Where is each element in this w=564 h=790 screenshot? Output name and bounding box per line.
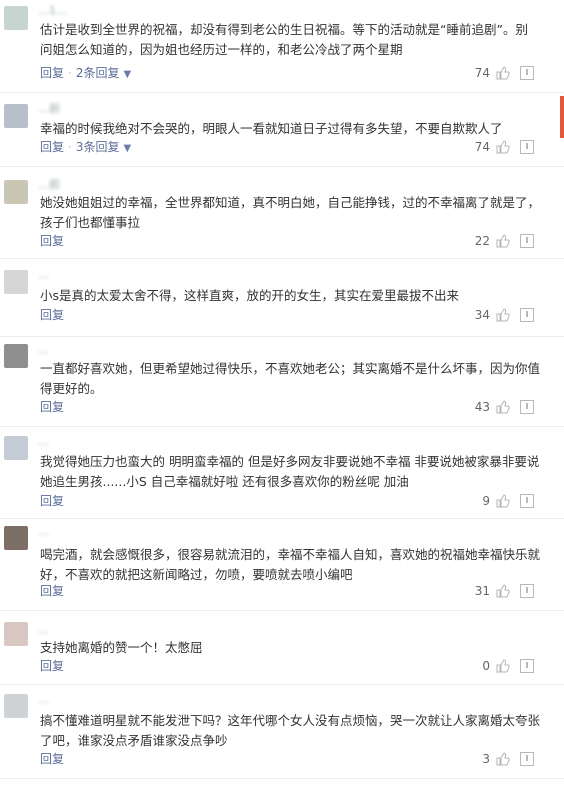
divider xyxy=(0,426,564,427)
username[interactable]: … xyxy=(38,526,138,538)
avatar[interactable] xyxy=(4,622,28,646)
username[interactable]: … xyxy=(38,269,118,281)
scroll-accent-bar xyxy=(560,96,564,138)
comment-stats: 31 xyxy=(475,582,534,600)
comment-stats: 74 xyxy=(475,138,534,156)
comment-text: 搞不懂难道明星就不能发泄下吗？这年代哪个女人没有点烦恼，哭一次就让人家离婚太夸张… xyxy=(40,713,541,748)
divider xyxy=(0,684,564,685)
reply-button[interactable]: 回复 xyxy=(40,494,64,508)
thumbs-up-icon[interactable] xyxy=(496,400,510,414)
report-icon[interactable] xyxy=(520,66,534,80)
report-icon[interactable] xyxy=(520,659,534,673)
divider xyxy=(0,518,564,519)
like-count: 34 xyxy=(474,308,490,322)
comment-actions: 回复 · 2条回复 ▼ xyxy=(40,66,132,80)
reply-button[interactable]: 回复 xyxy=(40,400,64,414)
like-count: 43 xyxy=(474,400,490,414)
comment-text: 喝完酒，就会感慨很多，很容易就流泪的，幸福不幸福人自知，喜欢她的祝福她幸福快乐就… xyxy=(40,547,541,582)
comment-text: 她没她姐姐过的幸福，全世界都知道，真不明白她，自己能挣钱，过的不幸福离了就是了，… xyxy=(40,195,541,230)
thumbs-up-icon[interactable] xyxy=(496,752,510,766)
comment-actions: 回复 xyxy=(40,657,68,675)
comment-actions: 回复 · 3条回复 ▼ xyxy=(40,140,132,154)
chevron-down-icon[interactable]: ▼ xyxy=(123,143,131,154)
username[interactable]: …前 xyxy=(38,179,148,191)
comment-text: 幸福的时候我绝对不会哭的，明眼人一看就知道日子过得有多失望，不要自欺欺人了 xyxy=(40,121,503,136)
report-icon[interactable] xyxy=(520,400,534,414)
comment-stats: 74 xyxy=(475,64,534,82)
comment-actions: 回复 xyxy=(40,398,68,416)
thumbs-up-icon[interactable] xyxy=(496,66,510,80)
comment-stats: 43 xyxy=(475,398,534,416)
reply-button[interactable]: 回复 xyxy=(40,66,64,80)
reply-button[interactable]: 回复 xyxy=(40,308,64,322)
view-replies-button[interactable]: 3条回复 xyxy=(76,140,120,154)
username[interactable]: …前 xyxy=(38,103,158,115)
avatar[interactable] xyxy=(4,344,28,368)
report-icon[interactable] xyxy=(520,752,534,766)
reply-button[interactable]: 回复 xyxy=(40,234,64,248)
divider xyxy=(0,336,564,337)
comment-stats: 22 xyxy=(475,232,534,250)
comment-text: 我觉得她压力也蛮大的 明明蛮幸福的 但是好多网友非要说她不幸福 非要说她被家暴非… xyxy=(40,454,540,489)
report-icon[interactable] xyxy=(520,494,534,508)
divider xyxy=(0,778,564,779)
username[interactable]: …1… xyxy=(38,5,128,17)
divider xyxy=(0,92,564,93)
report-icon[interactable] xyxy=(520,584,534,598)
like-count: 74 xyxy=(474,66,490,80)
like-count: 31 xyxy=(474,584,490,598)
divider xyxy=(0,258,564,259)
comment-actions: 回复 xyxy=(40,492,68,510)
comment-stats: 34 xyxy=(475,306,534,324)
comment-actions: 回复 xyxy=(40,232,68,250)
like-count: 0 xyxy=(482,659,490,673)
like-count: 74 xyxy=(474,140,490,154)
comment-actions: 回复 xyxy=(40,750,68,768)
comment-text: 估计是收到全世界的祝福，却没有得到老公的生日祝福。等下的活动就是“睡前追剧”。别… xyxy=(40,22,528,57)
comment-text: 小s是真的太爱太舍不得，这样直爽，放的开的女生，其实在爱里最拔不出来 xyxy=(40,288,460,303)
reply-button[interactable]: 回复 xyxy=(40,659,64,673)
view-replies-button[interactable]: 2条回复 xyxy=(76,66,120,80)
thumbs-up-icon[interactable] xyxy=(496,234,510,248)
avatar[interactable] xyxy=(4,694,28,718)
thumbs-up-icon[interactable] xyxy=(496,140,510,154)
avatar[interactable] xyxy=(4,436,28,460)
avatar[interactable] xyxy=(4,270,28,294)
like-count: 22 xyxy=(474,234,490,248)
report-icon[interactable] xyxy=(520,308,534,322)
comment-text: 一直都好喜欢她，但更希望她过得快乐，不喜欢她老公；其实离婚不是什么坏事，因为你值… xyxy=(40,361,541,396)
username[interactable]: … xyxy=(38,436,138,448)
chevron-down-icon[interactable]: ▼ xyxy=(123,69,131,80)
report-icon[interactable] xyxy=(520,140,534,154)
thumbs-up-icon[interactable] xyxy=(496,494,510,508)
username[interactable]: … xyxy=(38,624,148,636)
comment-stats: 0 xyxy=(482,657,534,675)
reply-button[interactable]: 回复 xyxy=(40,140,64,154)
thumbs-up-icon[interactable] xyxy=(496,659,510,673)
avatar[interactable] xyxy=(4,104,28,128)
thumbs-up-icon[interactable] xyxy=(496,308,510,322)
comment-stats: 9 xyxy=(482,492,534,510)
divider xyxy=(0,166,564,167)
like-count: 9 xyxy=(482,494,490,508)
report-icon[interactable] xyxy=(520,234,534,248)
comment-stats: 3 xyxy=(482,750,534,768)
comment-text: 支持她离婚的赞一个！太憋屈 xyxy=(40,640,203,655)
divider xyxy=(0,610,564,611)
comment-actions: 回复 xyxy=(40,582,68,600)
username[interactable]: … xyxy=(38,344,148,356)
avatar[interactable] xyxy=(4,180,28,204)
reply-button[interactable]: 回复 xyxy=(40,752,64,766)
reply-button[interactable]: 回复 xyxy=(40,584,64,598)
avatar[interactable] xyxy=(4,6,28,30)
username[interactable]: … xyxy=(38,694,158,706)
comment-actions: 回复 xyxy=(40,306,68,324)
like-count: 3 xyxy=(482,752,490,766)
thumbs-up-icon[interactable] xyxy=(496,584,510,598)
avatar[interactable] xyxy=(4,526,28,550)
